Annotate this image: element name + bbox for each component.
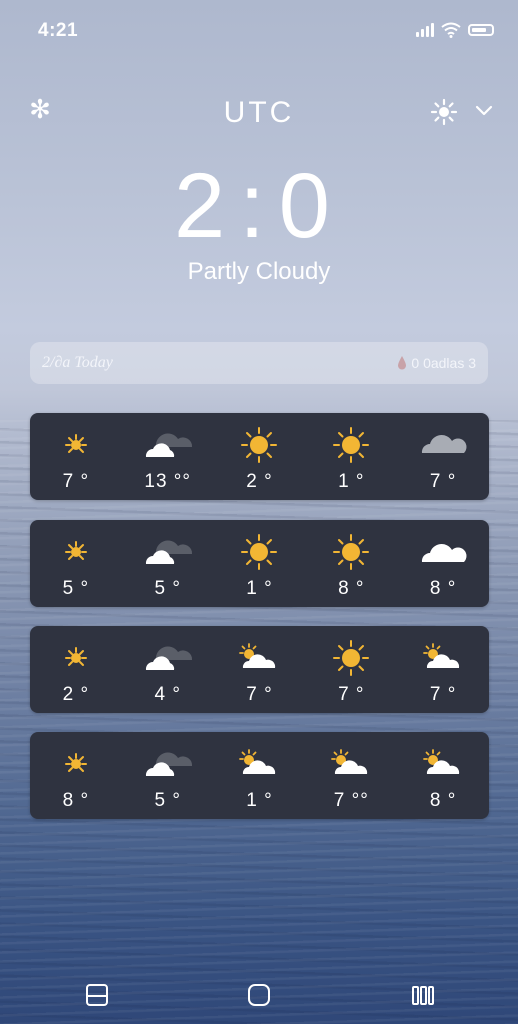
sea-background	[0, 420, 518, 1024]
forecast-temp: 8 °	[338, 578, 365, 599]
forecast-temp: 7 °	[246, 684, 273, 705]
status-time: 4:21	[38, 20, 79, 41]
sun-icon	[321, 530, 381, 574]
summary-right: 0 0adlas 3	[397, 355, 476, 371]
forecast-cell[interactable]: 1 °	[214, 520, 306, 607]
forecast-temp: 5 °	[154, 578, 181, 599]
forecast-card[interactable]: 2 ° 4 ° 7 ° 7 ° 7 °	[30, 626, 489, 713]
partly-cloudy-dark-icon	[138, 423, 198, 467]
forecast-temp: 7 °	[429, 471, 457, 492]
forecast-cell[interactable]: 5 °	[30, 520, 122, 607]
forecast-temp: 2 °	[62, 684, 90, 705]
header: ✻ UTC	[0, 90, 518, 140]
forecast-temp: 7 °	[338, 684, 365, 705]
sun-icon	[321, 636, 381, 680]
forecast-cell[interactable]: 8 °	[30, 732, 122, 819]
battery-icon	[468, 24, 494, 36]
forecast-cell[interactable]: 7 °	[397, 413, 489, 500]
forecast-temp: 5 °	[62, 578, 90, 599]
forecast-temp: 2 °	[246, 471, 273, 492]
status-icons	[416, 22, 494, 38]
partly-cloudy-dark-icon	[138, 742, 198, 786]
forecast-cell[interactable]: 2 °	[214, 413, 306, 500]
partly-cloudy-dark-icon	[138, 530, 198, 574]
forecast-card[interactable]: 5 ° 5 ° 1 ° 8 ° 8 °	[30, 520, 489, 607]
forecast-temp: 8 °	[62, 790, 90, 811]
forecast-cell[interactable]: 1 °	[305, 413, 397, 500]
summary-right-text: 0 0adlas 3	[411, 355, 476, 371]
current-temperature: 2:0	[174, 155, 344, 257]
forecast-temp: 7 °	[429, 684, 457, 705]
sun-small-icon	[46, 530, 106, 574]
sun-small-icon	[46, 423, 106, 467]
forecast-cell[interactable]: 7 °	[397, 626, 489, 713]
forecast-temp: 1 °	[246, 790, 273, 811]
forecast-card[interactable]: 7 ° 13 °° 2 ° 1 ° 7 °	[30, 413, 489, 500]
forecast-temp: 7 °°	[333, 790, 369, 811]
forecast-cell[interactable]: 4 °	[122, 626, 214, 713]
partly-cloudy-dark-icon	[138, 636, 198, 680]
home-nav-icon[interactable]	[246, 982, 272, 1008]
forecast-cell[interactable]: 5 °	[122, 520, 214, 607]
current-condition: Partly Cloudy	[187, 258, 331, 285]
sun-icon	[321, 423, 381, 467]
forecast-cell[interactable]: 5 °	[122, 732, 214, 819]
forecast-cell[interactable]: 8 °	[397, 520, 489, 607]
forecast-temp: 4 °	[154, 684, 181, 705]
sun-icon	[229, 423, 289, 467]
settings-icon[interactable]	[430, 98, 458, 126]
forecast-temp: 8 °	[429, 578, 457, 599]
forecast-cell[interactable]: 7 °	[30, 413, 122, 500]
partly-sunny-icon	[413, 636, 473, 680]
forecast-cell[interactable]: 7 °°	[305, 732, 397, 819]
overcast-icon	[413, 423, 473, 467]
forecast-cell[interactable]: 13 °°	[122, 413, 214, 500]
forecast-cell[interactable]: 7 °	[305, 626, 397, 713]
cloud-icon	[413, 530, 473, 574]
forecast-cell[interactable]: 8 °	[397, 732, 489, 819]
forecast-temp: 5 °	[154, 790, 181, 811]
summary-bar[interactable]: 2/∂a Today 0 0adlas 3	[30, 342, 488, 384]
partly-sunny-icon	[413, 742, 473, 786]
forecast-temp: 13 °°	[144, 471, 191, 492]
forecast-cell[interactable]: 1 °	[214, 732, 306, 819]
forecast-cell[interactable]: 2 °	[30, 626, 122, 713]
partly-sunny-icon	[321, 742, 381, 786]
sun-icon	[229, 530, 289, 574]
forecast-cell[interactable]: 8 °	[305, 520, 397, 607]
status-bar: 4:21	[0, 0, 518, 60]
forecast-temp: 1 °	[338, 471, 365, 492]
forecast-cell[interactable]: 7 °	[214, 626, 306, 713]
forecast-temp: 8 °	[429, 790, 457, 811]
partly-sunny-icon	[229, 636, 289, 680]
wifi-icon	[441, 22, 461, 38]
forecast-card[interactable]: 8 ° 5 ° 1 ° 7 °° 8 °	[30, 732, 489, 819]
recents-nav-icon[interactable]	[410, 982, 436, 1008]
raindrop-icon	[398, 356, 407, 370]
sun-small-icon	[46, 742, 106, 786]
back-nav-icon[interactable]	[84, 982, 110, 1008]
partly-sunny-icon	[229, 742, 289, 786]
sun-small-icon	[46, 636, 106, 680]
bottom-nav	[0, 968, 518, 1024]
summary-left-text: 2/∂a Today	[42, 354, 113, 371]
forecast-temp: 1 °	[246, 578, 273, 599]
forecast-temp: 7 °	[62, 471, 90, 492]
chevron-down-icon[interactable]	[474, 100, 494, 120]
signal-icon	[416, 23, 434, 37]
